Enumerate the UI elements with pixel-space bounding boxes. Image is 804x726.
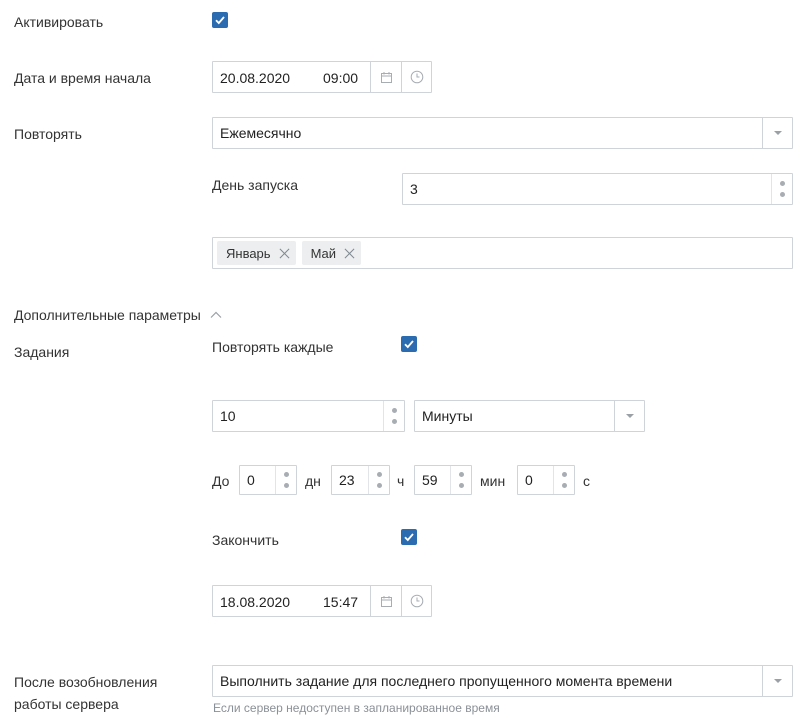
stepper-down-icon[interactable] xyxy=(377,483,382,488)
until-days-input[interactable]: 0 xyxy=(239,465,297,495)
after-restart-value: Выполнить задание для последнего пропуще… xyxy=(220,673,673,689)
until-hours-stepper[interactable] xyxy=(368,466,389,494)
until-minutes-value: 59 xyxy=(422,472,438,488)
after-restart-label-line1: После возобновления xyxy=(14,674,158,690)
stepper-up-icon[interactable] xyxy=(377,472,382,477)
chevron-down-icon xyxy=(625,414,634,418)
launch-day-input[interactable]: 3 xyxy=(402,173,793,205)
advanced-toggle[interactable]: Дополнительные параметры xyxy=(14,306,223,324)
remove-tag-icon[interactable] xyxy=(344,248,355,259)
until-days-value: 0 xyxy=(247,472,255,488)
checkmark-icon xyxy=(404,533,414,542)
finish-date-value: 18.08.2020 xyxy=(220,594,291,610)
interval-unit-value: Минуты xyxy=(422,408,473,424)
stepper-up-icon[interactable] xyxy=(284,472,289,477)
stepper-up-icon[interactable] xyxy=(392,408,397,413)
repeat-value: Ежемесячно xyxy=(220,125,302,141)
interval-unit-dropdown-toggle[interactable] xyxy=(614,401,644,431)
advanced-label: Дополнительные параметры xyxy=(14,307,201,323)
start-label: Дата и время начала xyxy=(14,70,151,86)
interval-stepper[interactable] xyxy=(383,401,404,431)
interval-input[interactable]: 10 xyxy=(212,400,405,432)
until-hours-input[interactable]: 23 xyxy=(331,465,390,495)
repeat-every-label: Повторять каждые xyxy=(212,339,334,355)
finish-datetime-field[interactable]: 18.08.2020 15:47 xyxy=(212,585,432,617)
until-minutes-input[interactable]: 59 xyxy=(414,465,472,495)
clock-icon xyxy=(410,594,424,608)
after-restart-label-line2: работы сервера xyxy=(14,696,119,712)
stepper-up-icon[interactable] xyxy=(780,181,785,186)
remove-tag-icon[interactable] xyxy=(279,248,290,259)
month-tag-label: Январь xyxy=(226,245,271,261)
until-hours-value: 23 xyxy=(339,472,355,488)
interval-unit-select[interactable]: Минуты xyxy=(414,400,645,432)
until-seconds-stepper[interactable] xyxy=(553,466,574,494)
until-seconds-input[interactable]: 0 xyxy=(517,465,575,495)
interval-value: 10 xyxy=(220,408,236,424)
after-restart-dropdown-toggle[interactable] xyxy=(762,666,792,696)
repeat-every-checkbox[interactable] xyxy=(401,336,417,352)
chevron-down-icon xyxy=(773,131,782,135)
launch-day-stepper[interactable] xyxy=(771,174,792,204)
month-tag: Май xyxy=(301,241,362,265)
activate-label: Активировать xyxy=(14,14,104,30)
stepper-down-icon[interactable] xyxy=(459,483,464,488)
calendar-icon xyxy=(380,595,392,607)
after-restart-select[interactable]: Выполнить задание для последнего пропуще… xyxy=(212,665,793,697)
start-calendar-button[interactable] xyxy=(370,62,401,92)
stepper-down-icon[interactable] xyxy=(562,483,567,488)
until-seconds-unit: с xyxy=(583,473,590,489)
activate-checkbox[interactable] xyxy=(212,12,228,28)
chevron-down-icon xyxy=(773,679,782,683)
month-tag-label: Май xyxy=(310,245,337,261)
month-tag: Январь xyxy=(217,241,296,265)
stepper-up-icon[interactable] xyxy=(562,472,567,477)
repeat-dropdown-toggle[interactable] xyxy=(762,118,792,148)
calendar-icon xyxy=(380,71,392,83)
until-prefix: До xyxy=(212,473,230,489)
finish-clock-button[interactable] xyxy=(401,586,432,616)
tasks-label: Задания xyxy=(14,344,70,360)
until-hours-unit: ч xyxy=(397,473,405,489)
stepper-up-icon[interactable] xyxy=(459,472,464,477)
finish-checkbox[interactable] xyxy=(401,529,417,545)
until-minutes-stepper[interactable] xyxy=(450,466,471,494)
start-date-value: 20.08.2020 xyxy=(220,70,291,86)
finish-time-value: 15:47 xyxy=(323,594,359,610)
repeat-label: Повторять xyxy=(14,126,82,142)
checkmark-icon xyxy=(404,340,414,349)
until-minutes-unit: мин xyxy=(480,473,506,489)
finish-label: Закончить xyxy=(212,532,279,548)
until-days-stepper[interactable] xyxy=(275,466,296,494)
months-tag-input[interactable]: Январь Май xyxy=(212,237,793,269)
launch-day-label: День запуска xyxy=(212,177,299,193)
until-seconds-value: 0 xyxy=(525,472,533,488)
start-clock-button[interactable] xyxy=(401,62,432,92)
start-datetime-field[interactable]: 20.08.2020 09:00 xyxy=(212,61,432,93)
repeat-select[interactable]: Ежемесячно xyxy=(212,117,793,149)
stepper-down-icon[interactable] xyxy=(392,419,397,424)
finish-calendar-button[interactable] xyxy=(370,586,401,616)
chevron-up-icon xyxy=(210,311,222,318)
stepper-down-icon[interactable] xyxy=(780,192,785,197)
until-days-unit: дн xyxy=(305,473,321,489)
stepper-down-icon[interactable] xyxy=(284,483,289,488)
start-time-value: 09:00 xyxy=(323,70,359,86)
after-restart-hint: Если сервер недоступен в запланированное… xyxy=(213,701,500,715)
clock-icon xyxy=(410,70,424,84)
launch-day-value: 3 xyxy=(410,181,418,197)
checkmark-icon xyxy=(215,16,225,25)
